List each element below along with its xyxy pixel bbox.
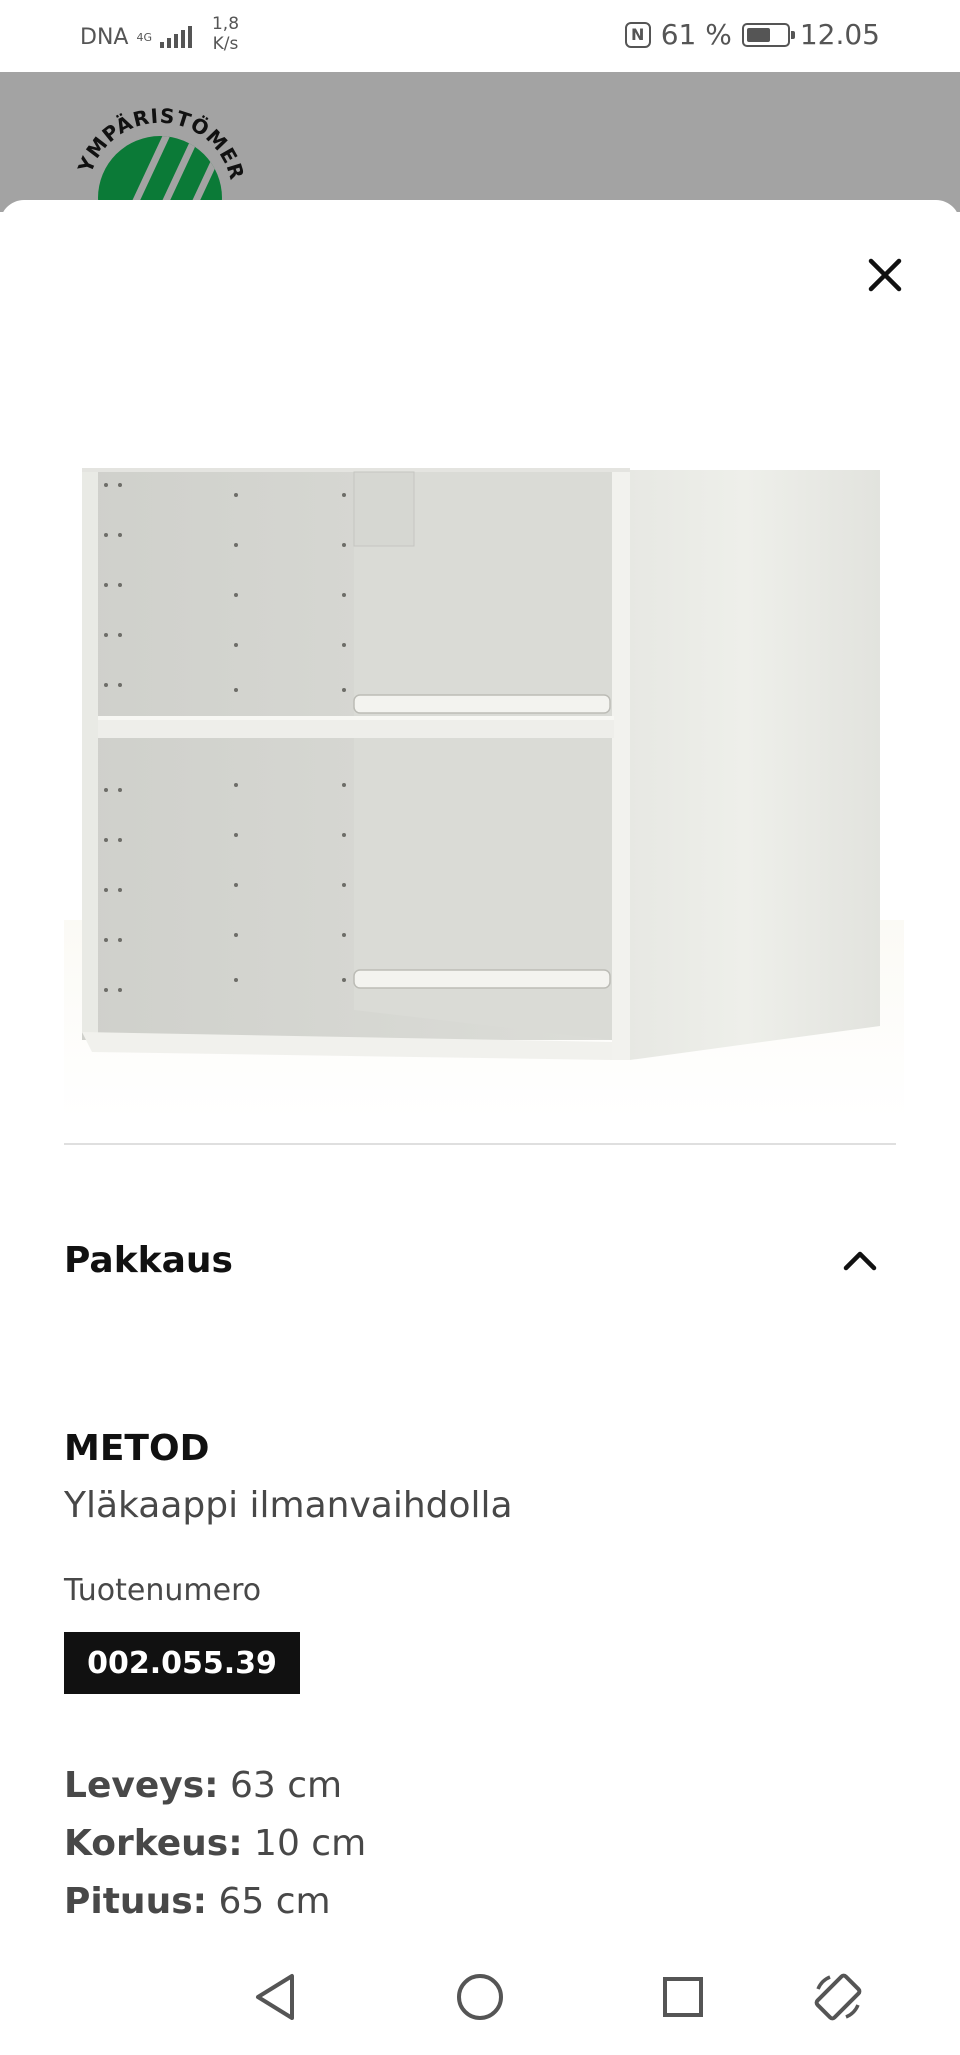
dimension-value: 63 cm	[229, 1765, 343, 1806]
battery-fill	[746, 27, 770, 42]
dimension-key: Pituus:	[64, 1881, 208, 1922]
status-right: N 61 % 12.05	[624, 18, 880, 51]
close-button[interactable]	[860, 250, 910, 300]
status-bar: DNA 4G 1,8 K/s N 61 % 12.05	[0, 0, 960, 72]
product-details-sheet: Pakkaus METOD Yläkaappi ilmanvaihdolla T…	[0, 200, 960, 2055]
rotate-icon	[814, 1973, 862, 2021]
product-description: Yläkaappi ilmanvaihdolla	[64, 1485, 513, 1526]
recents-icon	[663, 1977, 703, 2017]
packaging-accordion-header[interactable]: Pakkaus	[64, 1220, 896, 1300]
dimension-value: 10 cm	[254, 1823, 367, 1864]
section-divider	[64, 1143, 896, 1145]
battery-percent: 61 %	[660, 18, 732, 51]
network-type: 4G	[136, 30, 152, 44]
system-nav-bar	[0, 1945, 960, 2055]
close-icon	[868, 258, 902, 292]
product-number-badge: 002.055.39	[64, 1632, 300, 1694]
home-button[interactable]	[445, 1967, 515, 2027]
dimension-row: Leveys: 63 cm	[64, 1765, 342, 1806]
speed-value: 1,8	[211, 14, 240, 34]
dimension-key: Korkeus:	[64, 1823, 243, 1864]
back-button[interactable]	[240, 1967, 310, 2027]
product-number-label: Tuotenumero	[64, 1573, 262, 1608]
dimension-row: Korkeus: 10 cm	[64, 1823, 366, 1864]
network-speed: 1,8 K/s	[212, 14, 239, 54]
carrier-label: DNA	[80, 24, 129, 50]
dimension-key: Leveys:	[64, 1765, 219, 1806]
clock: 12.05	[799, 18, 880, 51]
rotate-button[interactable]	[803, 1967, 873, 2027]
page-backdrop: YMPÄRISTÖMERKKI	[0, 72, 960, 260]
product-name: METOD	[64, 1428, 210, 1469]
back-icon	[256, 1974, 294, 2020]
speed-unit: K/s	[212, 34, 239, 54]
battery-icon	[741, 22, 795, 47]
recents-button[interactable]	[648, 1967, 718, 2027]
dimension-row: Pituus: 65 cm	[64, 1881, 331, 1922]
chevron-up-icon	[840, 1240, 880, 1280]
section-title: Pakkaus	[64, 1239, 233, 1281]
product-image	[64, 468, 904, 1120]
home-icon	[457, 1974, 503, 2020]
status-left: DNA 4G 1,8 K/s	[80, 14, 239, 54]
nfc-icon: N	[624, 21, 651, 48]
dimension-value: 65 cm	[218, 1881, 331, 1922]
signal-icon	[159, 26, 192, 48]
